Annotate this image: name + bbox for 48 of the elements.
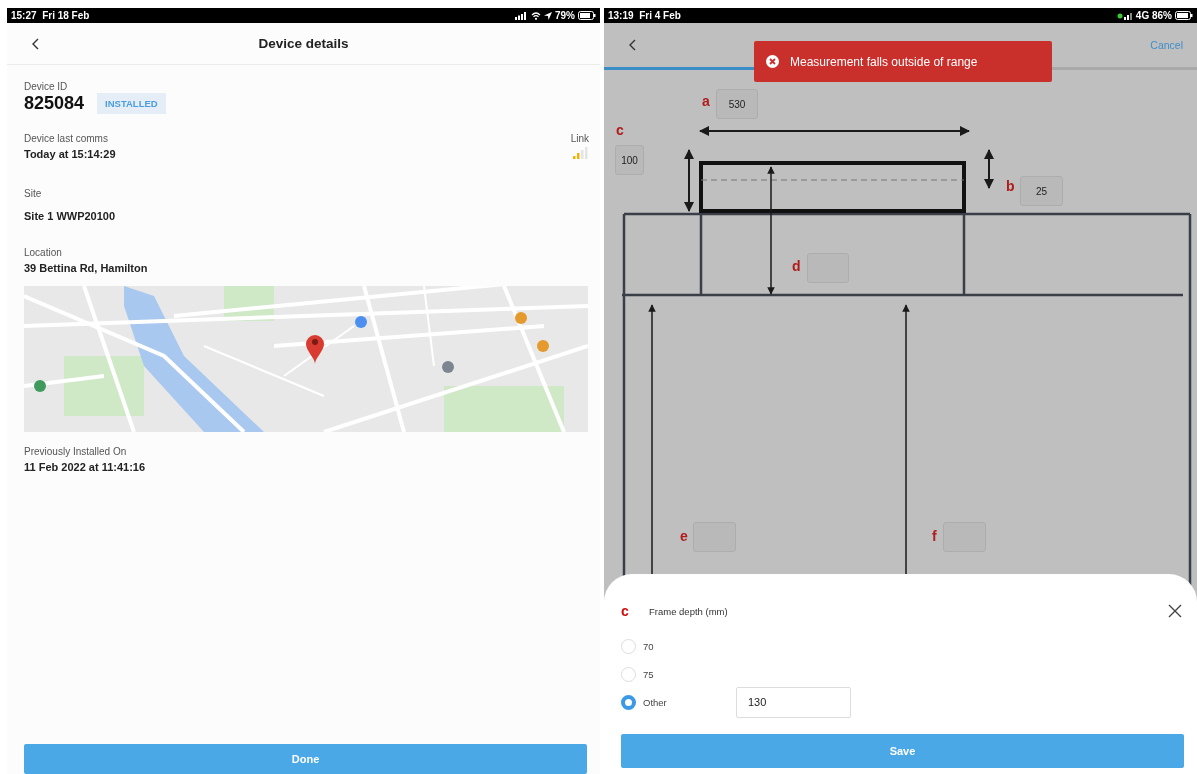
option-label: 70 bbox=[643, 640, 655, 652]
dimension-letter: c bbox=[616, 122, 624, 138]
wifi-icon bbox=[531, 11, 541, 20]
input-field[interactable]: 130 bbox=[736, 686, 851, 718]
dimension-letter: c bbox=[621, 603, 630, 619]
dimension-letter: d bbox=[792, 258, 801, 274]
status-time: 15:27 Fri 18 Feb bbox=[11, 10, 90, 21]
dimension-letter: e bbox=[680, 528, 688, 544]
dimension-input[interactable]: 100 bbox=[615, 145, 644, 175]
field-label: Previously Installed On bbox=[24, 446, 128, 457]
cellular-signal-icon bbox=[1116, 11, 1133, 20]
close-icon bbox=[1168, 604, 1182, 618]
dimension-arrow bbox=[681, 148, 697, 213]
page-title: Device details bbox=[258, 36, 349, 51]
field-value: Site 1 WWP20100 bbox=[24, 210, 117, 222]
battery-icon bbox=[578, 11, 596, 20]
field-label: Link bbox=[570, 133, 589, 144]
toast-message: Measurement falls outside of range bbox=[790, 54, 978, 69]
status-badge: INSTALLED bbox=[97, 93, 166, 114]
dimension-input[interactable]: 530 bbox=[716, 89, 758, 119]
cellular-signal-icon bbox=[515, 11, 528, 20]
back-chevron-icon bbox=[31, 37, 39, 50]
field-value: 39 Bettina Rd, Hamilton bbox=[24, 262, 149, 274]
field-label: Device last comms bbox=[24, 133, 109, 144]
field-label: Location bbox=[24, 247, 63, 258]
error-icon bbox=[766, 55, 779, 68]
field-value: 11 Feb 2022 at 11:41:16 bbox=[24, 461, 147, 473]
close-button[interactable] bbox=[1166, 602, 1184, 620]
location-arrow-icon bbox=[544, 11, 552, 20]
back-chevron-icon bbox=[628, 39, 636, 51]
sheet-title: Frame depth (mm) bbox=[649, 605, 728, 617]
dimension-letter: b bbox=[1006, 178, 1015, 194]
battery-percent: 79% bbox=[555, 10, 575, 21]
status-time: 13:19 Fri 4 Feb bbox=[608, 10, 681, 21]
field-value: Today at 15:14:29 bbox=[24, 148, 116, 160]
dimension-letter: a bbox=[702, 93, 710, 109]
radio-button[interactable] bbox=[621, 694, 636, 710]
dimension-arrow bbox=[981, 148, 997, 190]
battery-icon bbox=[1175, 11, 1193, 20]
dimension-letter: f bbox=[932, 528, 937, 544]
signal-strength-icon bbox=[573, 147, 589, 159]
field-label: Device ID bbox=[24, 81, 69, 92]
option-label: Other bbox=[643, 696, 668, 708]
device-id-value: 825084 bbox=[24, 93, 85, 114]
network-status: 4G 86% bbox=[1135, 10, 1172, 21]
option-label: 75 bbox=[643, 668, 655, 680]
dimension-input[interactable]: 25 bbox=[1020, 176, 1063, 206]
field-label: Site bbox=[24, 188, 43, 199]
